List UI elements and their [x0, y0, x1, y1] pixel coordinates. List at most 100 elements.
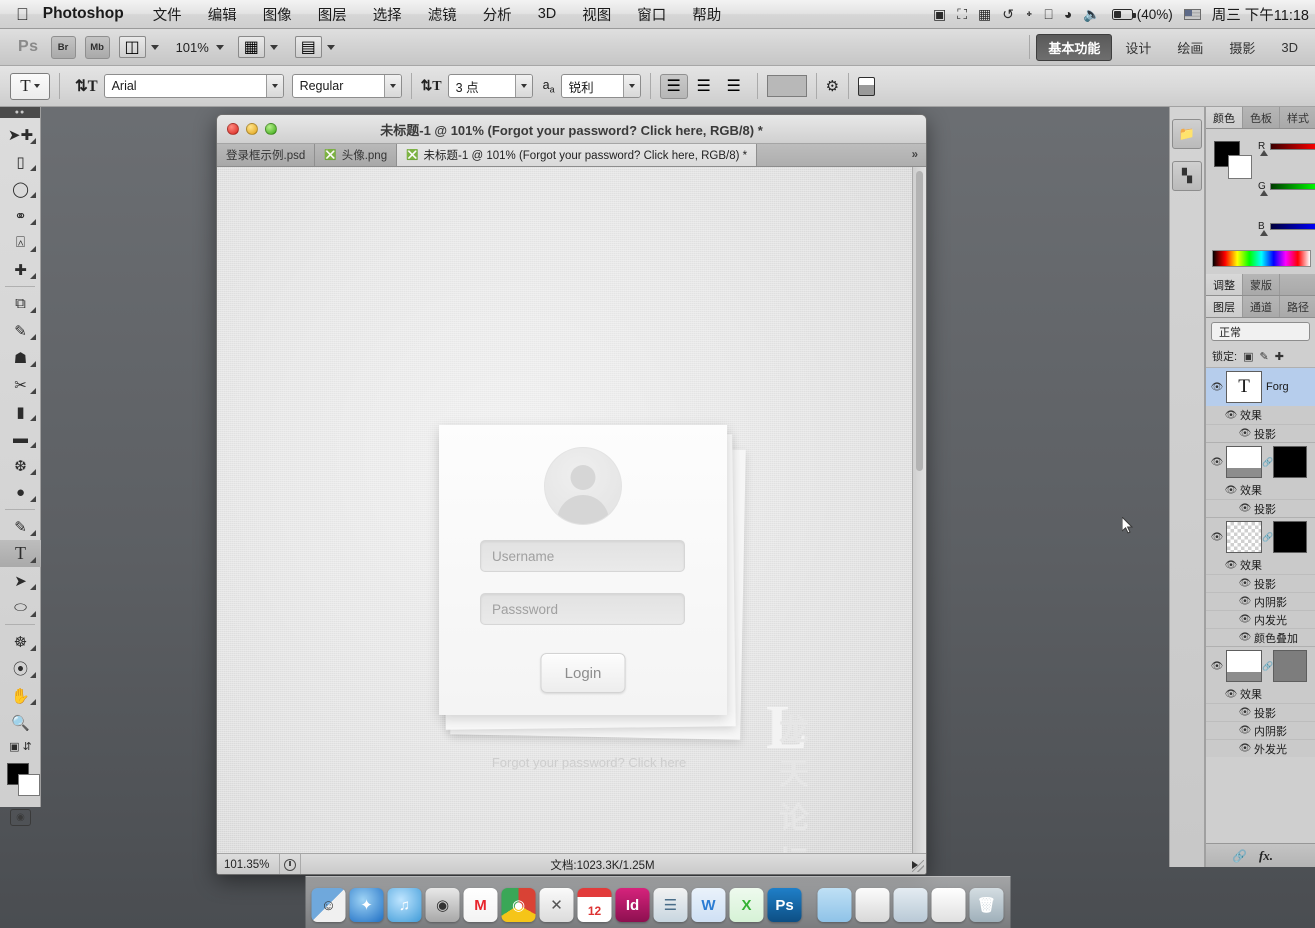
layer-effect-drop-shadow[interactable]: 👁 投影 — [1206, 499, 1315, 517]
layer-effect-inner-shadow[interactable]: 👁 内阴影 — [1206, 721, 1315, 739]
screen-mode-menu[interactable]: ▤ — [295, 36, 335, 58]
layer-row[interactable]: 👁 🔗 — [1206, 647, 1315, 685]
antialias-select[interactable]: 锐利 — [561, 74, 641, 98]
tab-overflow-button[interactable]: » — [904, 144, 926, 166]
type-tool[interactable]: T — [0, 540, 41, 567]
screen-recording-icon[interactable]: ▣ — [933, 6, 946, 23]
gradient-tool[interactable]: ▬ — [0, 425, 41, 452]
effects-visibility-icon[interactable]: 👁 — [1222, 485, 1240, 496]
layer-mask-thumbnail[interactable] — [1273, 446, 1307, 478]
blur-tool[interactable]: ❆ — [0, 452, 41, 479]
layer-row[interactable]: 👁 🔗 — [1206, 443, 1315, 481]
view-extras-menu[interactable]: ◫ — [119, 36, 159, 58]
effects-visibility-icon[interactable]: 👁 — [1222, 689, 1240, 700]
dock-icon-word[interactable]: W — [692, 888, 726, 922]
align-right-button[interactable]: ☰ — [720, 74, 748, 99]
clock-label[interactable]: 周三 下午11:18 — [1212, 4, 1309, 25]
blue-channel-slider[interactable]: B — [1258, 221, 1315, 232]
mini-bridge-icon[interactable]: 📁 — [1172, 119, 1202, 149]
layer-visibility-icon[interactable]: 👁 — [1208, 661, 1226, 672]
workspace-3d[interactable]: 3D — [1268, 40, 1311, 55]
dock-icon-calendar[interactable]: 12 — [578, 888, 612, 922]
layer-row[interactable]: 👁 T Forg — [1206, 368, 1315, 406]
workspace-essentials[interactable]: 基本功能 — [1036, 34, 1112, 61]
layer-item-shape[interactable]: 👁 🔗 👁 效果 👁 投影 — [1206, 442, 1315, 517]
effect-visibility-icon[interactable]: 👁 — [1236, 632, 1254, 643]
zoom-level-label[interactable]: 101% — [176, 40, 209, 55]
font-style-select[interactable]: Regular — [292, 74, 402, 98]
effect-visibility-icon[interactable]: 👁 — [1236, 743, 1254, 754]
link-layers-icon[interactable]: 🔗 — [1232, 849, 1247, 863]
red-channel-slider[interactable]: R — [1258, 141, 1315, 152]
histogram-icon[interactable]: ▚ — [1172, 161, 1202, 191]
menu-item-analysis[interactable]: 分析 — [470, 4, 525, 25]
close-tab-icon[interactable]: ❎ — [406, 150, 418, 161]
font-family-select[interactable]: Arial — [104, 74, 284, 98]
document-tab-1[interactable]: 登录框示例.psd — [217, 144, 315, 166]
username-input[interactable]: Username — [480, 540, 685, 572]
effect-visibility-icon[interactable]: 👁 — [1236, 614, 1254, 625]
menu-item-edit[interactable]: 编辑 — [195, 4, 250, 25]
layer-effect-drop-shadow[interactable]: 👁 投影 — [1206, 574, 1315, 592]
layer-effects-group[interactable]: 👁 效果 — [1206, 556, 1315, 574]
tab-color[interactable]: 颜色 — [1206, 107, 1243, 128]
ellipse-shape-tool[interactable]: ⬭ — [0, 594, 41, 621]
workspace-photography[interactable]: 摄影 — [1216, 38, 1268, 57]
airplay-display-icon[interactable]: ⎕ — [1044, 6, 1052, 23]
layer-effect-outer-glow[interactable]: 👁 外发光 — [1206, 739, 1315, 757]
lock-position-icon[interactable]: ✚ — [1275, 350, 1284, 363]
effect-visibility-icon[interactable]: 👁 — [1236, 707, 1254, 718]
hand-tool[interactable]: ✋ — [0, 682, 41, 709]
zoom-window-button[interactable] — [265, 123, 277, 135]
path-selection-tool[interactable]: ➤ — [0, 567, 41, 594]
layer-effects-group[interactable]: 👁 效果 — [1206, 685, 1315, 703]
quick-selection-tool[interactable]: ⚭ — [0, 202, 41, 229]
layer-effects-group[interactable]: 👁 效果 — [1206, 406, 1315, 424]
dock-icon-app-generic[interactable]: ◉ — [426, 888, 460, 922]
layer-item-gray[interactable]: 👁 🔗 👁 效果 👁 投影 👁 内阴影 👁 外发光 — [1206, 646, 1315, 757]
crop-tool[interactable]: ⍓ — [0, 229, 41, 256]
effect-visibility-icon[interactable]: 👁 — [1236, 428, 1254, 439]
spot-healing-brush-tool[interactable]: ⧉ — [0, 290, 41, 317]
layer-row[interactable]: 👁 🔗 — [1206, 518, 1315, 556]
lock-image-pixels-icon[interactable]: ✎ — [1259, 350, 1268, 363]
current-tool-preset-picker[interactable]: T — [10, 73, 50, 100]
blue-slider-knob[interactable] — [1260, 230, 1268, 236]
background-color-swatch[interactable] — [18, 774, 40, 796]
layer-mask-link-icon[interactable]: 🔗 — [1262, 532, 1273, 543]
align-center-button[interactable]: ☰ — [690, 74, 718, 99]
history-brush-tool[interactable]: ✂ — [0, 371, 41, 398]
3d-object-rotate-tool[interactable]: ☸ — [0, 628, 41, 655]
zoom-tool[interactable]: 🔍 — [0, 709, 41, 736]
effect-visibility-icon[interactable]: 👁 — [1236, 503, 1254, 514]
layer-effects-group[interactable]: 👁 效果 — [1206, 481, 1315, 499]
layer-visibility-icon[interactable]: 👁 — [1208, 382, 1226, 393]
document-tab-2[interactable]: ❎ 头像.png — [315, 144, 397, 166]
layer-item-transparent[interactable]: 👁 🔗 👁 效果 👁 投影 👁 内阴影 👁 内发光 — [1206, 517, 1315, 646]
dock-icon-downloads-folder[interactable] — [818, 888, 852, 922]
effect-visibility-icon[interactable]: 👁 — [1236, 725, 1254, 736]
layer-thumbnail[interactable] — [1226, 521, 1262, 553]
dock-icon-pictures-stack[interactable] — [894, 888, 928, 922]
effect-visibility-icon[interactable]: 👁 — [1236, 578, 1254, 589]
zoom-chevron-down-icon[interactable] — [216, 45, 224, 50]
login-button[interactable]: Login — [541, 653, 626, 693]
layer-item-text[interactable]: 👁 T Forg 👁 效果 👁 投影 — [1206, 367, 1315, 442]
lasso-tool[interactable]: ◯ — [0, 175, 41, 202]
dock-icon-photoshop[interactable]: Ps — [768, 888, 802, 922]
green-channel-slider[interactable]: G — [1258, 181, 1315, 192]
3d-camera-rotate-tool[interactable]: ⦿ — [0, 655, 41, 682]
dock-icon-trash[interactable]: 🗑 — [970, 888, 1004, 922]
effects-visibility-icon[interactable]: 👁 — [1222, 560, 1240, 571]
menu-app-name[interactable]: Photoshop — [43, 5, 140, 23]
artboard-canvas[interactable]: Username Passsword Login Forgot your pas… — [217, 167, 912, 853]
layer-mask-link-icon[interactable]: 🔗 — [1262, 457, 1273, 468]
volume-icon[interactable]: 🔈 — [1083, 6, 1100, 23]
dock-icon-chrome[interactable]: ◉ — [502, 888, 536, 922]
time-machine-icon[interactable]: ↺ — [1002, 6, 1014, 23]
dock-icon-preview[interactable]: ✕ — [540, 888, 574, 922]
arrange-documents-menu[interactable]: ▦ — [238, 36, 278, 58]
display-grid-icon[interactable]: ▦ — [978, 6, 991, 23]
menu-item-filter[interactable]: 滤镜 — [415, 4, 470, 25]
tab-swatches[interactable]: 色板 — [1243, 107, 1280, 128]
